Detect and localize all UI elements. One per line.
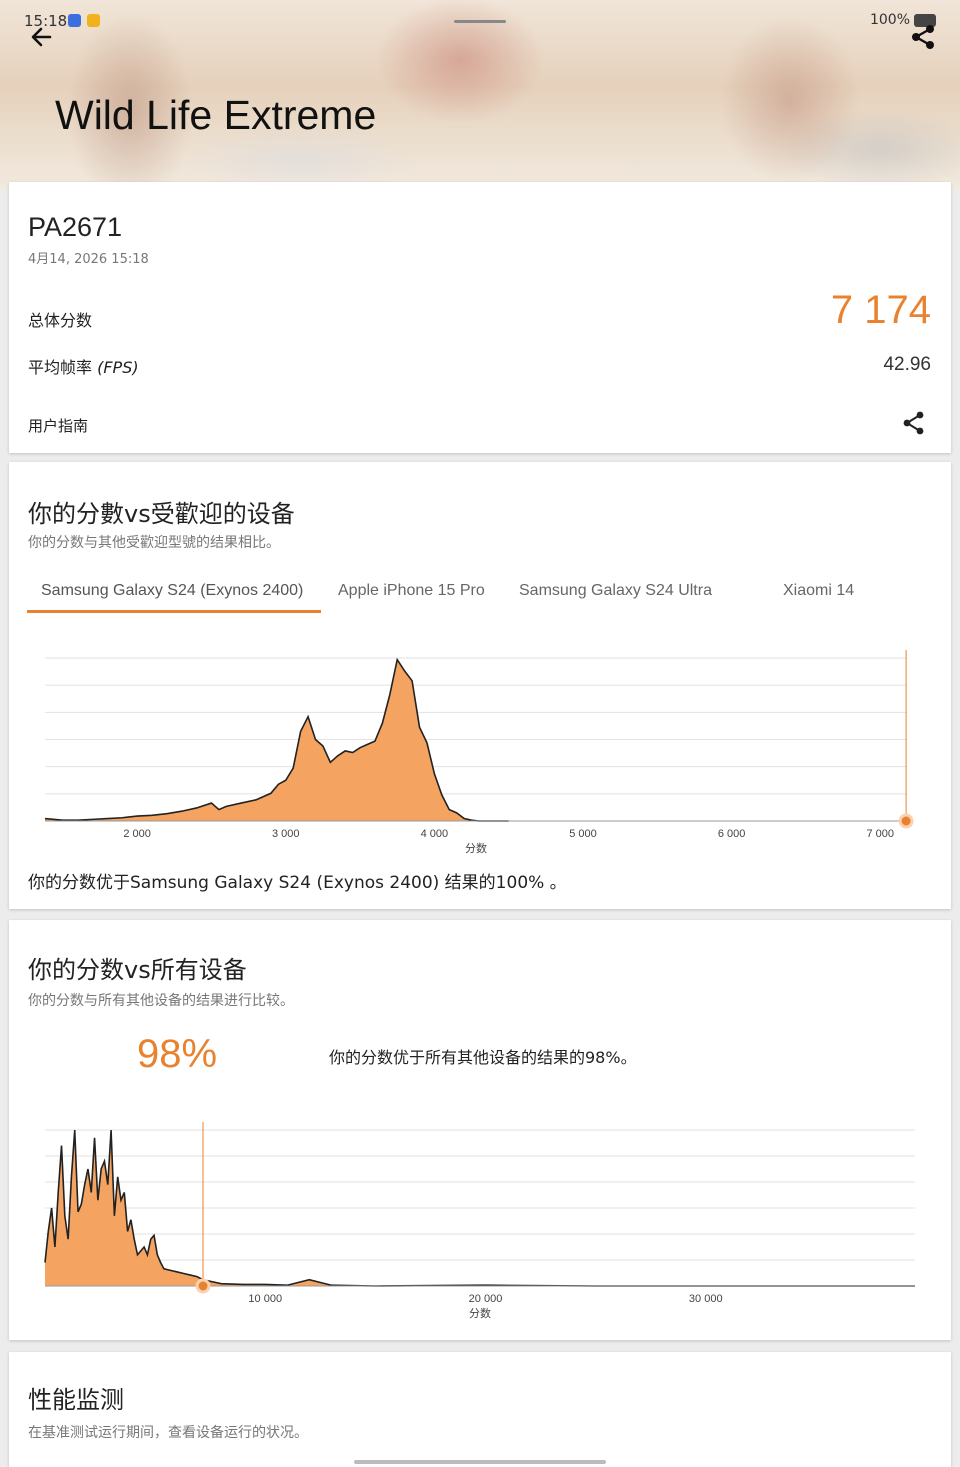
result-card: PA2671 4月14, 2026 15:18 总体分数 7 174 平均帧率 … — [9, 182, 951, 453]
popular-devices-card: 你的分數vs受歡迎的设备 你的分数与其他受歡迎型號的结果相比。 Samsung … — [9, 462, 951, 909]
section-subtitle: 在基准测试运行期间，查看设备运行的状况。 — [28, 1425, 308, 1441]
performance-monitor-card[interactable]: 性能监测 在基准测试运行期间，查看设备运行的状况。 — [9, 1352, 951, 1467]
test-date: 4月14, 2026 15:18 — [28, 252, 149, 267]
section-title: 性能监测 — [28, 1386, 124, 1414]
popular-distribution-chart: 2 000 3 000 4 000 5 000 6 000 7 000 分数 — [44, 650, 914, 855]
app-notification-icon — [68, 14, 81, 27]
fps-label: 平均帧率 (FPS) — [28, 358, 139, 377]
drag-handle[interactable] — [454, 20, 506, 23]
x-tick-label: 3 000 — [272, 828, 300, 840]
x-tick-label: 30 000 — [689, 1293, 723, 1305]
arrow-left-icon[interactable] — [26, 22, 56, 52]
x-axis-label: 分数 — [469, 1307, 491, 1320]
x-axis-label: 分数 — [465, 842, 487, 855]
battery-percent: 100% — [869, 12, 910, 28]
x-tick-label: 20 000 — [469, 1293, 503, 1305]
user-guide-link[interactable]: 用户指南 — [28, 415, 88, 436]
x-tick-label: 7 000 — [866, 828, 894, 840]
app-notification-icon-2 — [87, 14, 100, 27]
distribution-area — [45, 659, 509, 821]
device-name: PA2671 — [28, 212, 123, 242]
x-tick-label: 5 000 — [569, 828, 597, 840]
home-indicator[interactable] — [354, 1460, 606, 1464]
header-banner: 15:18 100% Wild Life Extreme — [0, 0, 960, 190]
x-tick-label: 4 000 — [421, 828, 449, 840]
page-title: Wild Life Extreme — [55, 92, 377, 138]
your-score-marker — [195, 1278, 211, 1294]
all-devices-distribution-chart: 10 000 20 000 30 000 分数 — [44, 1122, 915, 1320]
x-tick-label: 10 000 — [248, 1293, 282, 1305]
overall-score: 7 174 — [830, 288, 931, 332]
comparison-text: 你的分数优于Samsung Galaxy S24 (Exynos 2400) 结… — [28, 873, 567, 893]
share-icon[interactable] — [901, 410, 927, 436]
fps-value: 42.96 — [883, 354, 931, 375]
overall-score-label: 总体分数 — [28, 311, 93, 330]
share-icon[interactable] — [908, 22, 938, 52]
x-tick-label: 6 000 — [718, 828, 746, 840]
all-devices-card: 你的分数vs所有设备 你的分数与所有其他设备的结果进行比较。 98% 你的分数优… — [9, 920, 951, 1340]
your-score-marker — [898, 813, 914, 829]
x-tick-label: 2 000 — [123, 828, 151, 840]
